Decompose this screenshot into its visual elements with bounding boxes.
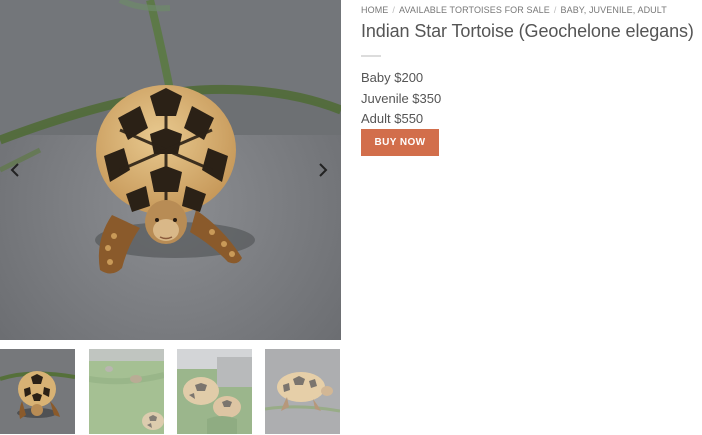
chevron-left-icon <box>10 163 19 177</box>
breadcrumb-separator: / <box>392 5 396 15</box>
gallery-thumbnail-2[interactable] <box>89 349 164 434</box>
thumbnail-image <box>89 349 164 434</box>
breadcrumb-subcategory-link[interactable]: BABY, JUVENILE, ADULT <box>561 5 667 15</box>
breadcrumb: HOME / AVAILABLE TORTOISES FOR SALE / BABY, … <box>361 5 667 15</box>
price-baby: Baby $200 <box>361 70 424 85</box>
gallery-thumbnail-3[interactable] <box>177 349 252 434</box>
breadcrumb-category-link[interactable]: AVAILABLE TORTOISES FOR SALE <box>399 5 550 15</box>
breadcrumb-home-link[interactable]: HOME <box>361 5 388 15</box>
thumbnail-image <box>177 349 252 434</box>
tortoise-photo <box>0 0 341 340</box>
gallery-prev-button[interactable] <box>6 159 24 181</box>
title-divider <box>361 55 381 57</box>
price-adult: Adult $550 <box>361 111 424 126</box>
thumbnail-image <box>0 349 75 434</box>
buy-now-button[interactable]: BUY NOW <box>361 129 439 156</box>
product-main-image[interactable] <box>0 0 341 340</box>
breadcrumb-separator: / <box>553 5 557 15</box>
thumbnail-image <box>265 349 340 434</box>
chevron-right-icon <box>319 163 328 177</box>
gallery-next-button[interactable] <box>314 159 332 181</box>
price-juvenile: Juvenile $350 <box>361 91 442 106</box>
gallery-thumbnail-1[interactable] <box>0 349 75 434</box>
product-title: Indian Star Tortoise (Geochelone elegans… <box>361 21 694 41</box>
gallery-thumbnail-4[interactable] <box>265 349 340 434</box>
